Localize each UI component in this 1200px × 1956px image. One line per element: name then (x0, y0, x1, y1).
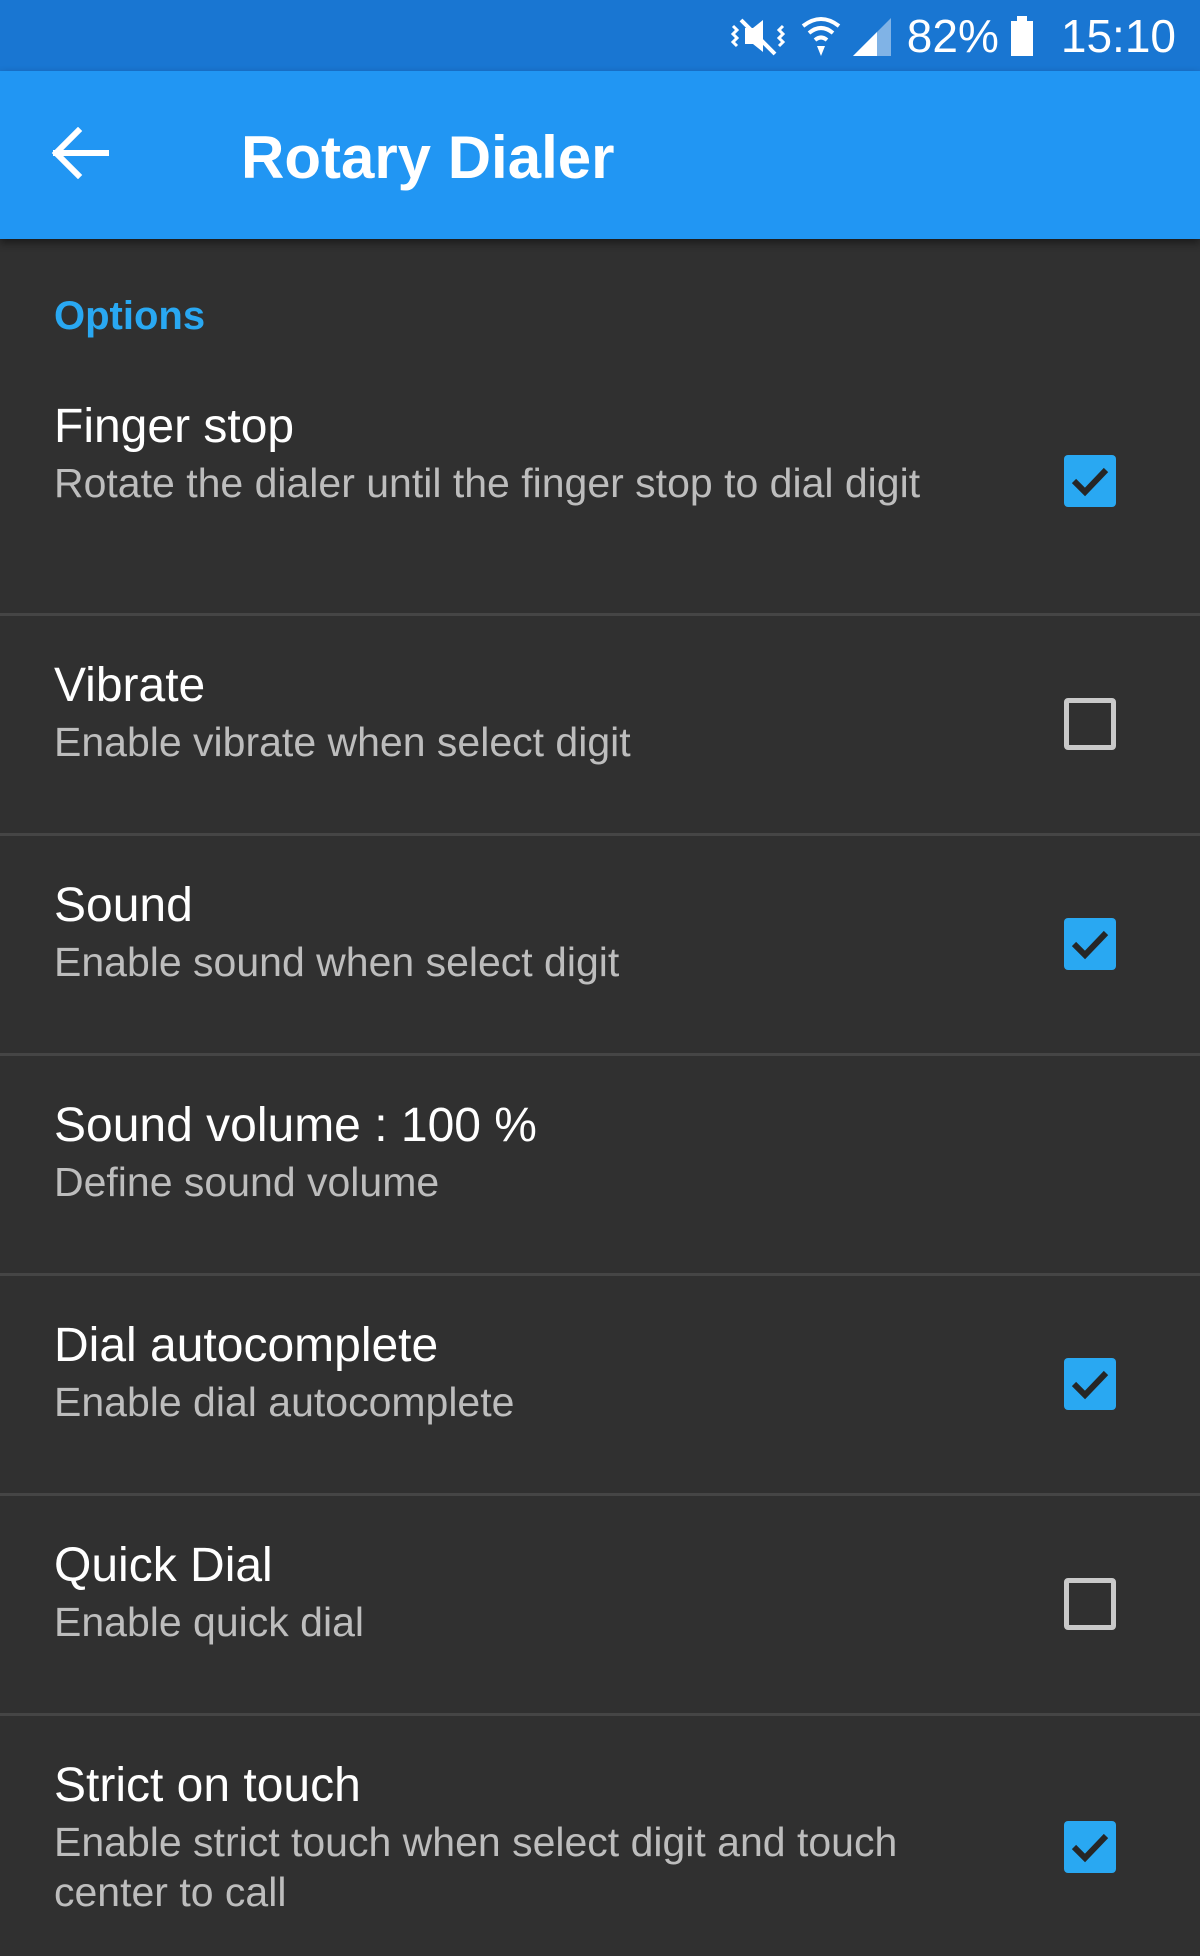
preference-title: Sound volume : 100 % (54, 1099, 537, 1152)
preference-summary: Enable dial autocomplete (54, 1379, 515, 1425)
preference-title: Vibrate (54, 659, 206, 712)
preference-summary: Rotate the dialer until the finger stop … (54, 460, 921, 506)
arrow-back-icon (50, 126, 110, 184)
preference-vibrate[interactable]: Vibrate Enable vibrate when select digit (0, 616, 1200, 836)
preference-summary: Enable strict touch when select digit an… (54, 1819, 898, 1915)
preference-strict-on-touch[interactable]: Strict on touch Enable strict touch when… (0, 1716, 1200, 1956)
section-header-options: Options (54, 294, 206, 338)
settings-content: Options Finger stop Rotate the dialer un… (0, 239, 1200, 1920)
checkmark-icon (1071, 467, 1109, 497)
preference-dial-autocomplete[interactable]: Dial autocomplete Enable dial autocomple… (0, 1276, 1200, 1496)
preference-summary: Enable sound when select digit (54, 939, 620, 985)
preference-summary: Enable vibrate when select digit (54, 719, 631, 765)
preference-sound-volume[interactable]: Sound volume : 100 % Define sound volume (0, 1056, 1200, 1276)
preference-title: Dial autocomplete (54, 1319, 439, 1372)
battery-percentage: 82% (906, 9, 999, 62)
preference-title: Quick Dial (54, 1539, 273, 1592)
preference-title: Strict on touch (54, 1759, 361, 1812)
strict-on-touch-checkbox[interactable] (1064, 1821, 1116, 1873)
battery-icon (1009, 14, 1035, 58)
preference-sound[interactable]: Sound Enable sound when select digit (0, 836, 1200, 1056)
finger-stop-checkbox[interactable] (1064, 455, 1116, 507)
page-title: Rotary Dialer (241, 124, 615, 191)
preference-summary: Define sound volume (54, 1159, 440, 1205)
dial-autocomplete-checkbox[interactable] (1064, 1358, 1116, 1410)
mute-vibrate-icon (727, 14, 791, 58)
checkmark-icon (1071, 1833, 1109, 1863)
wifi-icon (801, 14, 841, 58)
preference-title: Finger stop (54, 400, 295, 453)
app-bar: Rotary Dialer (0, 71, 1200, 239)
preference-summary: Enable quick dial (54, 1599, 364, 1645)
status-bar: 82% 15:10 (0, 0, 1200, 71)
signal-icon (851, 14, 893, 58)
checkmark-icon (1071, 930, 1109, 960)
vibrate-checkbox[interactable] (1064, 698, 1116, 750)
preference-finger-stop[interactable]: Finger stop Rotate the dialer until the … (0, 375, 1200, 616)
preference-quick-dial[interactable]: Quick Dial Enable quick dial (0, 1496, 1200, 1716)
checkmark-icon (1071, 1370, 1109, 1400)
sound-checkbox[interactable] (1064, 918, 1116, 970)
preference-list: Finger stop Rotate the dialer until the … (0, 375, 1200, 1956)
status-icons: 82% 15:10 (727, 0, 1176, 71)
back-button[interactable] (36, 111, 124, 199)
quick-dial-checkbox[interactable] (1064, 1578, 1116, 1630)
preference-title: Sound (54, 879, 193, 932)
status-time: 15:10 (1060, 9, 1176, 62)
